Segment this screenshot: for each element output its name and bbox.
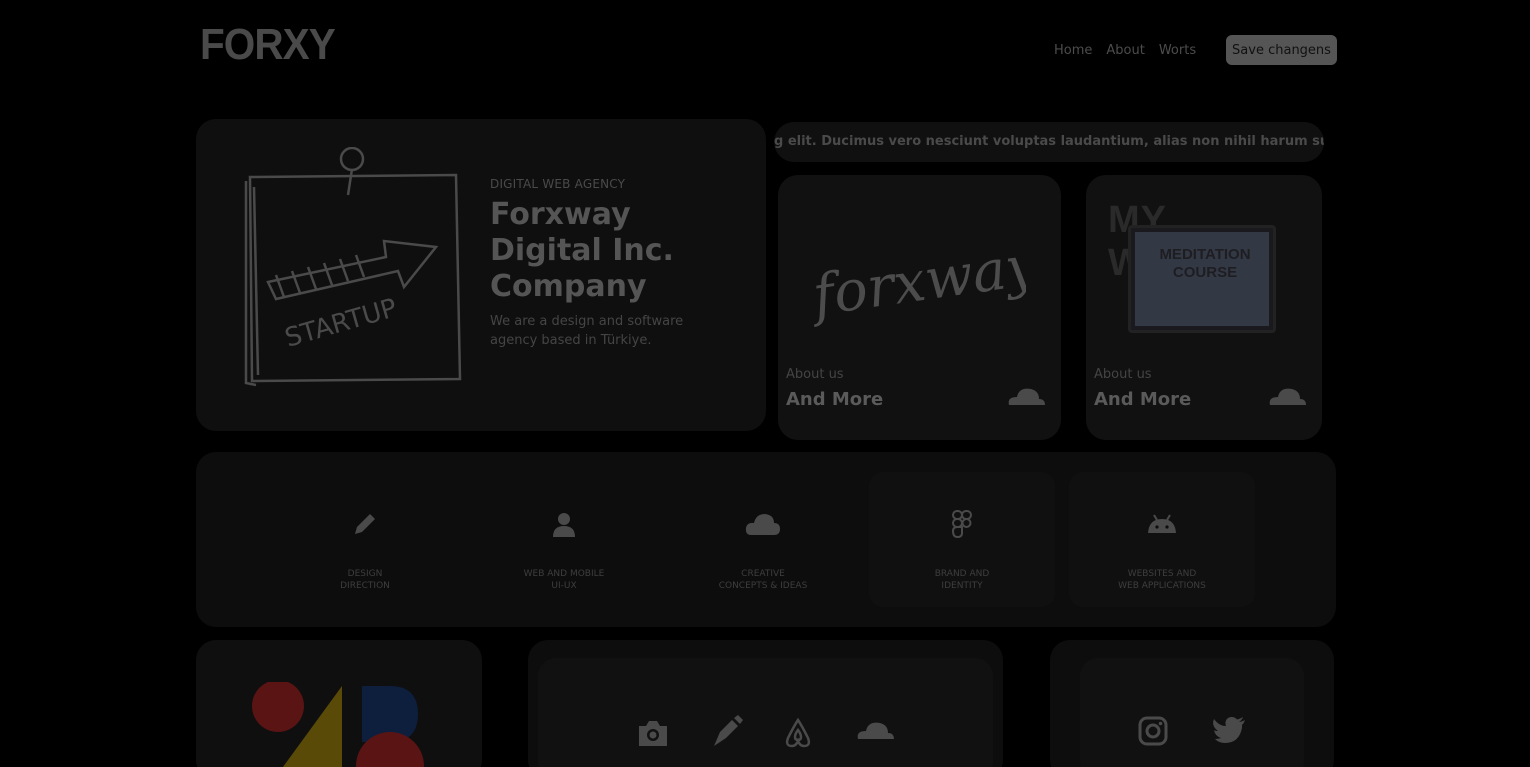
tile-caption: About us: [786, 367, 844, 382]
service-label: IDENTITY: [941, 581, 983, 591]
nav-about[interactable]: About: [1106, 43, 1144, 58]
service-design-direction[interactable]: DESIGN DIRECTION: [272, 472, 458, 607]
service-label: CONCEPTS & IDEAS: [718, 581, 808, 591]
about-tile-works[interactable]: MY WORKS MEDITATION COURSE About us And …: [1086, 175, 1322, 440]
tools-card: [528, 640, 1003, 767]
nav-works[interactable]: Worts: [1159, 43, 1196, 58]
airbnb-icon[interactable]: [784, 716, 812, 748]
main-nav: Home About Worts: [1054, 43, 1196, 58]
laptop-mockup-image: MEDITATION COURSE: [1128, 225, 1276, 339]
cloud-icon: [745, 514, 780, 535]
pencil-icon: [355, 514, 375, 534]
hero-card: STARTUP DIGITAL WEB AGENCY Forxway Digit…: [196, 119, 766, 431]
figma-icon: [951, 510, 972, 539]
tile-heading: And More: [786, 389, 884, 410]
service-label: WEB APPLICATIONS: [1118, 581, 1206, 591]
service-creative[interactable]: CREATIVE CONCEPTS & IDEAS: [670, 472, 856, 607]
service-label: WEB AND MOBILE: [523, 569, 605, 579]
shapes-card: [196, 640, 482, 767]
twitter-icon[interactable]: [1212, 716, 1246, 746]
cloudflare-icon: [1008, 388, 1045, 405]
marquee-banner: g elit. Ducimus vero nesciunt voluptas l…: [774, 122, 1324, 162]
site-logo[interactable]: FORXY: [200, 20, 336, 70]
social-card: [1050, 640, 1334, 767]
service-label: CREATIVE: [741, 569, 785, 579]
service-ui-ux[interactable]: WEB AND MOBILE UI-UX: [471, 472, 657, 607]
tile-caption: About us: [1094, 367, 1152, 382]
service-web-apps[interactable]: WEBSITES AND WEB APPLICATIONS: [1069, 472, 1255, 607]
cloudflare-icon[interactable]: [854, 718, 896, 742]
startup-sketch-image: STARTUP: [244, 147, 462, 387]
cloudflare-icon: [1269, 388, 1306, 405]
marquee-text: g elit. Ducimus vero nesciunt voluptas l…: [774, 134, 1324, 149]
service-label: DESIGN: [347, 569, 383, 579]
service-brand[interactable]: BRAND AND IDENTITY: [869, 472, 1055, 607]
service-label: BRAND AND: [934, 569, 990, 579]
tile-heading: And More: [1094, 389, 1192, 410]
geometric-shapes-image: [252, 682, 424, 767]
hero-title: Forxway Digital Inc. Company: [490, 197, 674, 304]
services-panel: DESIGN DIRECTION WEB AND MOBILE UI-UX CREA…: [196, 452, 1336, 627]
instagram-icon[interactable]: [1138, 716, 1168, 746]
signature-image: forxway: [806, 235, 1026, 329]
service-label: UI-UX: [551, 581, 577, 591]
camera-icon[interactable]: [636, 718, 670, 748]
hero-subtitle: DIGITAL WEB AGENCY: [490, 177, 626, 191]
pen-icon[interactable]: [710, 714, 744, 748]
nav-home[interactable]: Home: [1054, 43, 1092, 58]
signature-text: forxway: [806, 235, 1026, 329]
service-label: DIRECTION: [340, 581, 390, 591]
service-label: WEBSITES AND: [1127, 569, 1197, 579]
about-tile-signature[interactable]: forxway About us And More: [778, 175, 1061, 440]
save-changes-button[interactable]: Save changens: [1226, 35, 1337, 65]
hero-description: We are a design and software agency base…: [490, 314, 684, 348]
sketch-text: STARTUP: [282, 293, 401, 354]
android-icon: [1148, 514, 1176, 533]
screen-title: MEDITATION COURSE: [1159, 246, 1251, 281]
user-icon: [553, 513, 575, 537]
